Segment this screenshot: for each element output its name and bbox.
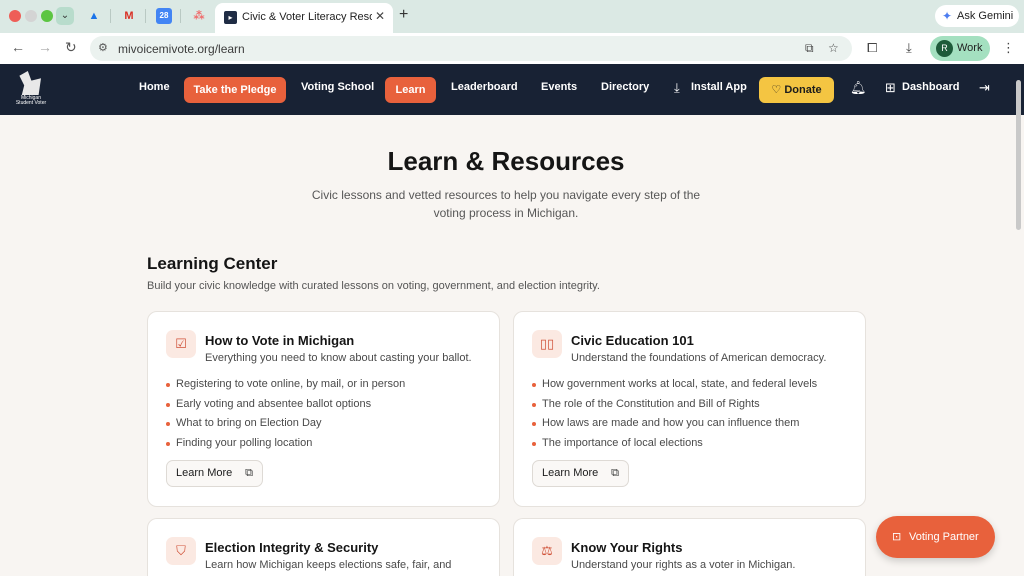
list-item: How government works at local, state, an… (532, 375, 817, 395)
list-item: Finding your polling location (166, 434, 405, 454)
ballot-box-icon: ☑ (166, 330, 196, 358)
gemini-sparkle-icon: ✦ (942, 9, 953, 23)
tab-divider (110, 9, 111, 23)
new-tab-icon[interactable]: + (399, 6, 408, 24)
nav-voting-school[interactable]: Voting School (301, 81, 374, 93)
profile-avatar: R (936, 40, 953, 57)
calendar-tab-icon[interactable]: 28 (156, 8, 172, 24)
nav-learn-active[interactable]: Learn (385, 77, 436, 103)
nav-home[interactable]: Home (139, 81, 170, 93)
heart-icon: ♡ (771, 84, 785, 96)
card-title: How to Vote in Michigan (205, 333, 355, 348)
page-title: Learn & Resources (387, 146, 625, 176)
site-logo[interactable]: Michigan Student Voter (14, 71, 48, 109)
forward-arrow-icon[interactable]: → (38, 39, 52, 55)
download-icon[interactable]: ⤓ (906, 40, 912, 56)
nav-install-app[interactable]: Install App (691, 81, 747, 93)
donate-label: Donate (784, 84, 822, 96)
maximize-window-button[interactable] (41, 10, 53, 22)
list-item: The importance of local elections (532, 434, 817, 454)
page-subtitle: Civic lessons and vetted resources to he… (311, 188, 701, 220)
site-favicon-icon: ▸ (224, 11, 237, 24)
list-item: What to bring on Election Day (166, 414, 405, 434)
card-election-integrity: ⛉ Election Integrity & Security Learn ho… (147, 518, 500, 576)
card-title: Election Integrity & Security (205, 540, 379, 555)
url-text[interactable]: mivoicemivote.org/learn (118, 42, 245, 56)
external-link-icon: ⧉ (245, 467, 253, 479)
tab-divider (145, 9, 146, 23)
site-navigation: Michigan Student Voter Home Take the Ple… (0, 64, 1024, 115)
site-settings-icon[interactable]: ⚙ (98, 41, 108, 54)
learning-center-title: Learning Center (147, 254, 278, 273)
list-item: Early voting and absentee ballot options (166, 395, 405, 415)
card-description: Understand the foundations of American d… (571, 352, 827, 364)
close-window-button[interactable] (9, 10, 21, 22)
close-tab-icon[interactable]: ✕ (375, 9, 385, 23)
notifications-bell-icon[interactable]: 🔔︎ (850, 80, 867, 96)
learn-more-label: Learn More (542, 467, 599, 479)
robot-chat-icon: ⊡ (892, 531, 902, 543)
minimize-window-button[interactable] (25, 10, 37, 22)
learn-more-button[interactable]: Learn More ⧉ (532, 460, 629, 487)
dashboard-grid-icon[interactable]: ⊞ (885, 80, 896, 96)
tab-divider (180, 9, 181, 23)
voting-partner-label: Voting Partner (909, 531, 979, 543)
card-description: Everything you need to know about castin… (205, 352, 472, 364)
learn-more-button[interactable]: Learn More ⧉ (166, 460, 263, 487)
nav-leaderboard[interactable]: Leaderboard (451, 81, 518, 93)
browser-toolbar: ← → ↻ ⚙ mivoicemivote.org/learn ⧉ ☆ ⧠ ⤓ … (0, 33, 1024, 64)
extensions-puzzle-icon[interactable]: ⧠ (867, 40, 877, 56)
nav-dashboard[interactable]: Dashboard (902, 81, 959, 93)
learning-center-subtitle: Build your civic knowledge with curated … (147, 280, 600, 292)
address-bar[interactable]: ⚙ mivoicemivote.org/learn ⧉ ☆ (90, 36, 852, 61)
card-how-to-vote: ☑ How to Vote in Michigan Everything you… (147, 311, 500, 507)
nav-events[interactable]: Events (541, 81, 577, 93)
card-topic-list: Registering to vote online, by mail, or … (166, 375, 405, 453)
learn-more-label: Learn More (176, 467, 233, 479)
scales-of-justice-icon: ⚖ (532, 537, 562, 565)
take-the-pledge-button[interactable]: Take the Pledge (184, 77, 286, 103)
bookmark-star-icon[interactable]: ☆ (828, 41, 839, 55)
ask-gemini-label: Ask Gemini (957, 10, 1014, 22)
michigan-map-logo-icon (19, 71, 41, 95)
cast-icon[interactable]: ⧉ (805, 41, 814, 56)
card-civic-education: ▯▯ Civic Education 101 Understand the fo… (513, 311, 866, 507)
profile-button[interactable]: R Work (930, 36, 990, 61)
profile-label: Work (957, 42, 983, 54)
list-item: The role of the Constitution and Bill of… (532, 395, 817, 415)
browser-menu-icon[interactable]: ⋮ (1002, 40, 1015, 56)
browser-tab-bar: ⌄ ▲ M 28 ⁂ ▸ Civic & Voter Literacy Reso… (0, 0, 1024, 33)
list-item: Registering to vote online, by mail, or … (166, 375, 405, 395)
page-scrollbar[interactable] (1016, 80, 1021, 230)
ask-gemini-button[interactable]: ✦ Ask Gemini (935, 5, 1019, 27)
card-know-your-rights: ⚖ Know Your Rights Understand your right… (513, 518, 866, 576)
install-download-icon[interactable]: ⤓ (674, 80, 680, 96)
card-title: Know Your Rights (571, 540, 683, 555)
list-item: How laws are made and how you can influe… (532, 414, 817, 434)
card-title: Civic Education 101 (571, 333, 694, 348)
card-topic-list: How government works at local, state, an… (532, 375, 817, 453)
asana-tab-icon[interactable]: ⁂ (191, 8, 207, 24)
card-description: Understand your rights as a voter in Mic… (571, 559, 796, 571)
open-book-icon: ▯▯ (532, 330, 562, 358)
shield-icon: ⛉ (166, 537, 196, 565)
back-arrow-icon[interactable]: ← (11, 39, 25, 55)
logo-text: Michigan Student Voter (15, 95, 47, 106)
external-link-icon: ⧉ (611, 467, 619, 479)
reload-icon[interactable]: ↻ (65, 39, 77, 56)
drive-tab-icon[interactable]: ▲ (86, 8, 102, 24)
active-tab-title: Civic & Voter Literacy Resources (242, 11, 372, 23)
donate-button[interactable]: ♡ Donate (759, 77, 834, 103)
active-tab[interactable]: ▸ Civic & Voter Literacy Resources ✕ (215, 3, 393, 33)
card-description: Learn how Michigan keeps elections safe,… (205, 559, 452, 571)
nav-directory[interactable]: Directory (601, 81, 649, 93)
tab-search-chevron-icon[interactable]: ⌄ (56, 7, 74, 25)
voting-partner-button[interactable]: ⊡ Voting Partner (876, 516, 995, 558)
logout-icon[interactable]: ⇥ (979, 80, 990, 96)
gmail-tab-icon[interactable]: M (121, 8, 137, 24)
